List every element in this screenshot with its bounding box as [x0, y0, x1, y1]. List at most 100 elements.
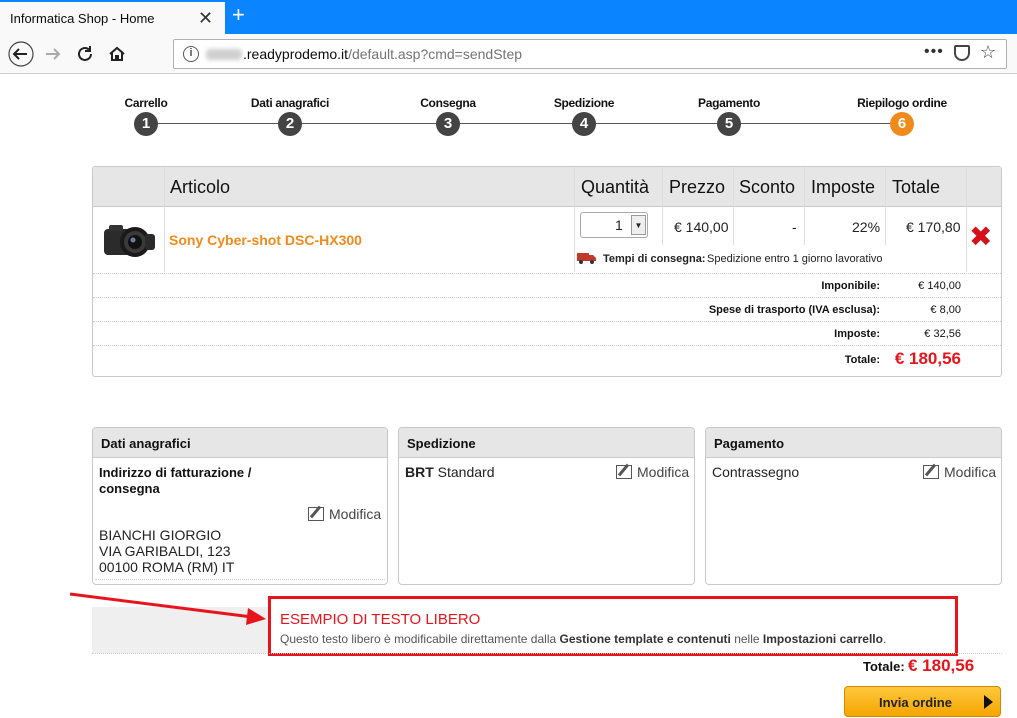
shipping-service: Standard [437, 464, 495, 480]
step-1-circle[interactable]: 1 [134, 112, 158, 136]
camera-icon [104, 225, 155, 257]
row-separator [93, 321, 1001, 322]
browser-tab[interactable]: Informatica Shop - Home ✕ [0, 0, 225, 34]
header-discount: Sconto [739, 177, 796, 197]
send-order-label: Invia ordine [879, 695, 952, 710]
steps-connector-line [146, 123, 902, 124]
payment-panel: Pagamento Contrassegno Modifica [705, 427, 1002, 585]
payment-panel-title: Pagamento [714, 436, 785, 451]
free-text-highlight: ESEMPIO DI TESTO LIBERO Questo testo lib… [268, 596, 958, 656]
shipping-panel-title: Spedizione [407, 436, 476, 451]
footer-total-value: € 180,56 [908, 656, 975, 675]
free-text-part: nelle [730, 632, 763, 646]
step-label-pagamento: Pagamento [698, 96, 760, 110]
product-name-link[interactable]: Sony Cyber-shot DSC-HX300 [169, 232, 362, 248]
pocket-icon[interactable] [954, 45, 970, 61]
free-text-description: Questo testo libero è modificabile diret… [280, 632, 886, 646]
col-sep [966, 167, 967, 272]
blurred-subdomain [206, 49, 242, 60]
shipping-panel: Spedizione BRT Standard Modifica [398, 427, 695, 585]
new-tab-icon[interactable]: + [232, 3, 245, 27]
forward-button[interactable] [38, 39, 68, 69]
address-name: BIANCHI GIORGIO [99, 527, 222, 543]
row-separator [93, 345, 1001, 346]
checkout-steps: Carrello Dati anagrafici Consegna Spediz… [0, 92, 1017, 137]
home-button[interactable] [102, 39, 132, 69]
annotation-arrow-icon [69, 592, 266, 625]
step-label-consegna: Consegna [420, 96, 476, 110]
url-bar[interactable]: i .readyprodemo.it/default.asp?cmd=sendS… [173, 39, 1007, 69]
shipping-panel-header: Spedizione [399, 428, 694, 458]
taxes-label: Imposte: [834, 328, 880, 340]
reload-button[interactable] [70, 39, 100, 69]
back-button[interactable] [6, 39, 36, 69]
delivery-text: Spedizione entro 1 giorno lavorativo [707, 253, 883, 265]
address-city: 00100 ROMA (RM) IT [99, 559, 235, 575]
shipping-method: BRT Standard [405, 464, 495, 480]
free-text-bottom-separator [92, 653, 1002, 654]
browser-tab-bar: Informatica Shop - Home ✕ + [0, 0, 1017, 34]
remove-item-icon[interactable]: ✖ [969, 223, 992, 251]
edit-registry-label: Modifica [329, 506, 382, 522]
reload-icon [78, 46, 92, 61]
header-total: Totale [892, 177, 941, 197]
shipping-carrier: BRT [405, 464, 434, 480]
chevron-down-icon[interactable]: ▼ [631, 215, 646, 235]
home-icon [109, 46, 125, 61]
bookmark-star-icon[interactable]: ☆ [980, 42, 996, 63]
row-separator [93, 273, 1001, 274]
address-title-line2: consegna [99, 481, 160, 496]
edit-registry-link[interactable]: Modifica [308, 506, 381, 522]
step-label-riepilogo: Riepilogo ordine [857, 96, 947, 110]
free-text-part: . [882, 632, 887, 646]
footer-total-label: Totale: [863, 659, 905, 674]
back-arrow-icon [8, 41, 34, 67]
info-icon[interactable]: i [183, 46, 199, 62]
page-actions-icon[interactable]: ••• [924, 43, 944, 61]
col-sep [885, 167, 886, 245]
edit-shipping-link[interactable]: Modifica [616, 464, 689, 480]
url-path: /default.asp?cmd=sendStep [348, 46, 523, 62]
taxes-value: € 32,56 [924, 328, 961, 340]
product-image[interactable] [101, 217, 157, 259]
col-sep [733, 167, 734, 245]
registry-panel-title: Dati anagrafici [101, 436, 191, 451]
edit-icon [923, 465, 939, 479]
panel-bottom-separator [95, 579, 385, 580]
tab-close-icon[interactable]: ✕ [198, 8, 213, 28]
col-sep [164, 167, 165, 272]
step-6-circle: 6 [890, 112, 914, 136]
free-text-title: ESEMPIO DI TESTO LIBERO [280, 611, 481, 628]
registry-panel-header: Dati anagrafici [93, 428, 387, 458]
step-4-circle[interactable]: 4 [572, 112, 596, 136]
header-tax: Imposte [811, 177, 876, 197]
col-sep [662, 167, 663, 245]
step-2-circle[interactable]: 2 [278, 112, 302, 136]
shipping-cost-label: Spese di trasporto (IVA esclusa): [708, 304, 880, 316]
col-sep [804, 167, 805, 245]
quantity-select[interactable]: 1 ▼ [580, 212, 648, 238]
send-order-button[interactable]: Invia ordine [844, 686, 1001, 717]
cart-table: Articolo Quantità Prezzo Sconto Imposte … [92, 166, 1002, 377]
payment-method: Contrassegno [712, 464, 800, 480]
item-tax: 22% [852, 219, 881, 235]
header-article: Articolo [170, 177, 231, 197]
item-price: € 140,00 [674, 219, 729, 235]
edit-icon [308, 507, 324, 521]
delivery-label: Tempi di consegna: [603, 253, 706, 265]
cart-total-label: Totale: [844, 354, 880, 366]
item-discount: - [792, 219, 797, 235]
step-3-circle[interactable]: 3 [436, 112, 460, 136]
address-street: VIA GARIBALDI, 123 [99, 543, 231, 559]
step-label-carrello: Carrello [124, 96, 168, 110]
address-title-line1: Indirizzo di fatturazione / [99, 465, 252, 480]
shipping-cost-value: € 8,00 [930, 304, 961, 316]
header-quantity: Quantità [581, 177, 650, 197]
col-sep [574, 167, 575, 272]
edit-payment-link[interactable]: Modifica [923, 464, 996, 480]
row-separator [93, 297, 1001, 298]
step-5-circle[interactable]: 5 [717, 112, 741, 136]
quantity-value: 1 [615, 217, 623, 233]
url-text: .readyprodemo.it/default.asp?cmd=sendSte… [243, 46, 522, 62]
item-total: € 170,80 [906, 219, 961, 235]
